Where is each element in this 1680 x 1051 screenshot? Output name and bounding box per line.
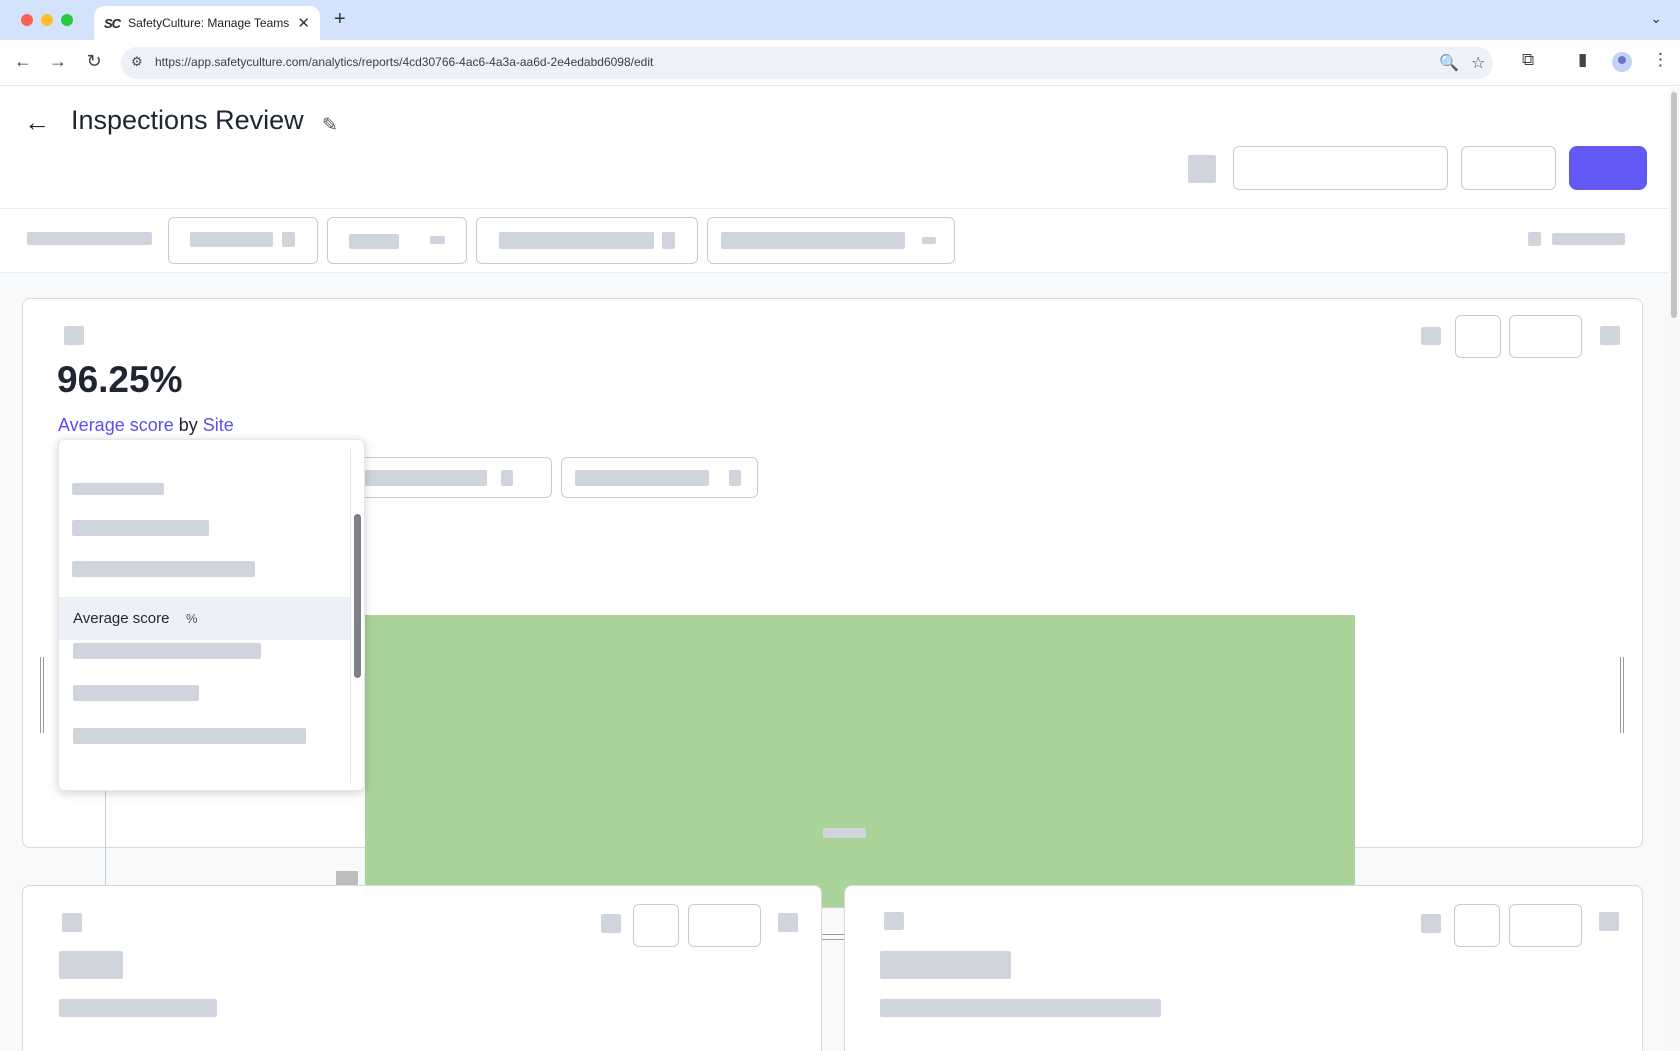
dropdown-item-label[interactable]: Average score [73,610,169,627]
tab-title: SafetyCulture: Manage Teams and... [128,16,290,30]
card-subtitle-placeholder [59,999,217,1017]
filter-bar [0,209,1668,272]
page-title: Inspections Review [71,105,304,135]
dropdown-scroll-track [350,449,351,783]
card-subtitle-placeholder [880,999,1161,1017]
header-select-placeholder[interactable] [1233,146,1448,190]
card-icon-placeholder [62,913,82,932]
metric-subtitle: Average score by Site [58,415,234,436]
filter-chip-text-placeholder [349,234,399,249]
profile-avatar-icon[interactable] [1612,52,1632,72]
site-info-icon[interactable]: ⚙ [131,54,143,70]
dropdown-item-unit: % [186,611,198,626]
url-text[interactable]: https://app.safetyculture.com/analytics/… [155,55,653,69]
dropdown-item-placeholder[interactable] [72,483,164,495]
chart-option-chip[interactable] [347,457,552,498]
widget-card [844,885,1643,1051]
widget-card [22,885,822,1051]
filter-chip-icon-placeholder [430,236,445,244]
metric-value: 96.25% [57,359,183,400]
browser-tab-bar: SC SafetyCulture: Manage Teams and... ✕ … [0,0,1680,40]
dropdown-item-placeholder[interactable] [72,520,209,536]
by-text: by [173,415,203,435]
card-action-icon-placeholder[interactable] [601,914,621,933]
card-button-placeholder[interactable] [1509,315,1582,358]
chart-bar[interactable] [365,615,1355,907]
close-tab-icon[interactable]: ✕ [297,14,310,32]
filter-chip[interactable] [168,217,318,264]
chip-text-placeholder [365,470,487,486]
chart-option-chip[interactable] [561,457,758,498]
window-minimize-button[interactable] [41,14,53,26]
window-maximize-button[interactable] [61,14,73,26]
dropdown-item-placeholder[interactable] [73,728,306,744]
back-arrow-icon[interactable]: ← [12,51,34,72]
bookmark-star-icon[interactable]: ☆ [1471,53,1485,73]
address-bar[interactable]: ⚙ https://app.safetyculture.com/analytic… [121,47,1493,79]
safetyculture-favicon-icon: SC [104,15,121,31]
filter-chip-icon-placeholder [282,232,295,247]
browser-toolbar: ← → ↻ ⚙ https://app.safetyculture.com/an… [0,40,1680,86]
filter-label-placeholder [27,232,152,245]
new-tab-icon[interactable]: + [334,8,346,31]
filter-chip-icon-placeholder [922,237,936,244]
side-panel-icon[interactable]: ▮ [1578,50,1587,70]
card-button-placeholder[interactable] [688,904,761,947]
dropdown-scrollbar-thumb[interactable] [354,514,361,678]
card-icon-placeholder [884,912,904,930]
header-icon-placeholder[interactable] [1188,155,1216,183]
x-axis-label-placeholder [823,828,866,838]
filter-chip-text-placeholder [721,232,905,249]
dropdown-item-placeholder[interactable] [73,643,261,659]
chip-icon-placeholder [729,470,741,486]
browser-tab-active[interactable]: SC SafetyCulture: Manage Teams and... ✕ [94,6,320,40]
resize-handle-left[interactable] [40,657,44,733]
resize-handle-right[interactable] [1620,657,1624,733]
page-scrollbar-thumb[interactable] [1671,92,1677,318]
filter-chip-text-placeholder [190,232,273,247]
filter-chip[interactable] [327,217,467,264]
card-value-placeholder [59,951,123,979]
card-button-placeholder[interactable] [1455,315,1501,358]
filter-chip-text-placeholder [499,232,654,249]
filter-chip[interactable] [476,217,698,264]
zoom-icon[interactable]: 🔍 [1439,53,1459,73]
card-button-placeholder[interactable] [1509,904,1582,947]
chip-text-placeholder [575,470,709,486]
filter-action-text-placeholder[interactable] [1552,233,1625,245]
report-page: ← Inspections Review ✎ 96.25% Average sc… [0,87,1668,1051]
dropdown-item-placeholder[interactable] [73,685,199,701]
card-action-icon-placeholder[interactable] [1421,914,1441,933]
edit-title-icon[interactable]: ✎ [322,114,338,137]
metric-selector-link[interactable]: Average score [58,415,174,435]
primary-action-button[interactable] [1569,146,1647,190]
filter-chip-icon-placeholder [662,232,675,249]
card-menu-icon-placeholder[interactable] [1599,912,1619,931]
card-value-placeholder [880,951,1011,979]
card-icon-placeholder [64,326,84,345]
card-menu-icon-placeholder[interactable] [1600,326,1620,345]
chip-icon-placeholder [501,470,513,486]
card-button-placeholder[interactable] [633,904,679,947]
card-button-placeholder[interactable] [1454,904,1500,947]
card-action-icon-placeholder[interactable] [1421,327,1441,345]
header-button-placeholder[interactable] [1461,146,1556,190]
dropdown-item-placeholder[interactable] [72,561,255,577]
forward-arrow-icon[interactable]: → [47,51,69,72]
browser-menu-icon[interactable]: ⋮ [1652,50,1669,70]
filter-chip[interactable] [707,217,955,264]
card-menu-icon-placeholder[interactable] [778,913,798,932]
reload-icon[interactable]: ↻ [83,51,105,72]
extensions-icon[interactable]: ⧉ [1522,50,1534,70]
tab-search-icon[interactable]: ⌄ [1650,10,1662,27]
window-close-button[interactable] [21,14,33,26]
back-arrow-icon[interactable]: ← [24,107,50,138]
filter-action-icon-placeholder[interactable] [1528,232,1541,246]
dimension-selector-link[interactable]: Site [203,415,234,435]
